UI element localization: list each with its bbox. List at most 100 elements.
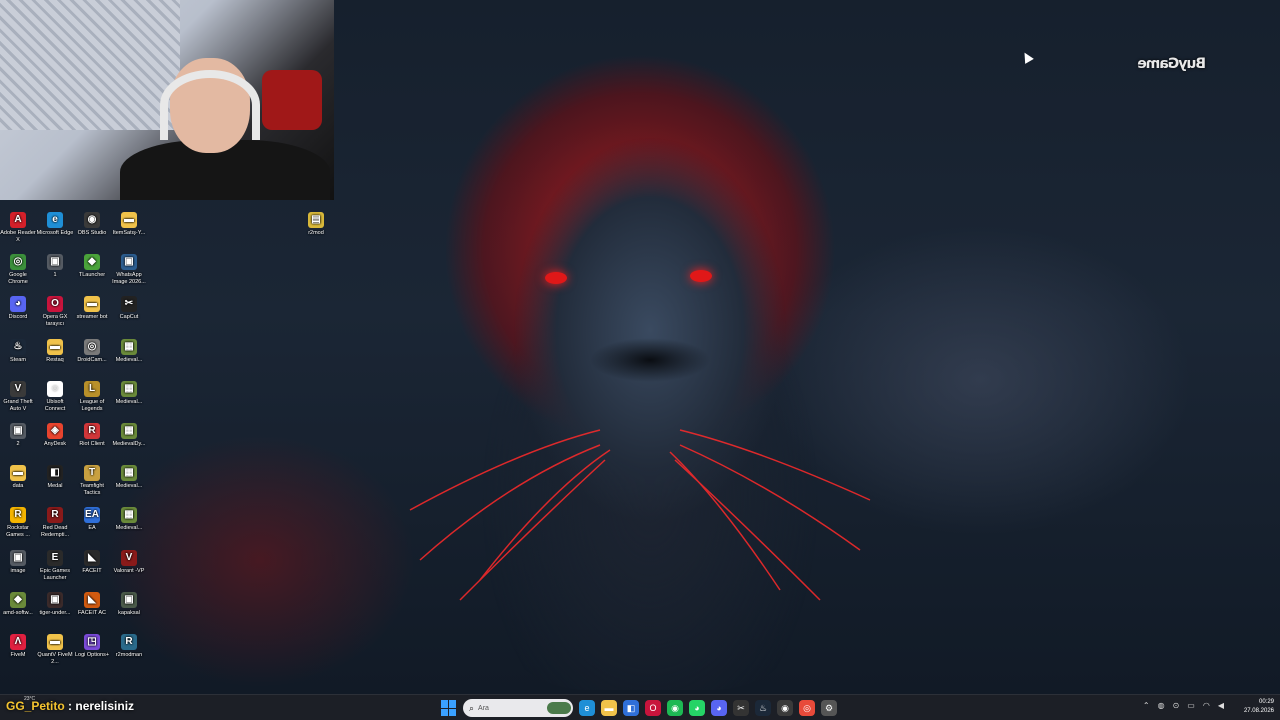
- opera-gx-icon: O: [47, 296, 63, 313]
- edge-icon[interactable]: e: [579, 700, 595, 716]
- steam-icon[interactable]: ♨: [755, 700, 771, 716]
- desktop-icon[interactable]: ▬ streamer bot: [73, 296, 111, 321]
- taskbar-clock[interactable]: 00:29 27.08.2026: [1244, 698, 1274, 716]
- desktop-icon[interactable]: L League of Legends: [73, 380, 111, 413]
- desktop-icon[interactable]: ◎ Google Chrome: [0, 254, 37, 286]
- chevron-up-icon[interactable]: ⌃: [1143, 701, 1150, 710]
- desktop-icon[interactable]: Λ FiveM: [0, 634, 37, 659]
- desktop-icon[interactable]: ◈ AnyDesk: [36, 423, 74, 448]
- desktop-icon[interactable]: ◕ Discord: [0, 296, 37, 321]
- desktop-icon[interactable]: ◎ DroidCam...: [73, 338, 111, 364]
- valorant-icon: V: [121, 549, 137, 566]
- desktop-icon[interactable]: ▣ kapaksal: [110, 591, 148, 617]
- desktop-icon[interactable]: ◣ FACEIT AC: [73, 591, 111, 617]
- rockstar-icon: R: [10, 507, 26, 524]
- desktop-icon[interactable]: T Teamfight Tactics: [73, 465, 111, 497]
- desktop-icon-label: FiveM: [10, 652, 26, 658]
- location-icon[interactable]: ⊙: [1173, 701, 1180, 710]
- desktop-icon[interactable]: ◉ OBS Studio: [73, 212, 111, 237]
- desktop-icon-label: Discord: [8, 314, 28, 321]
- image-file-icon: ▣: [47, 591, 63, 608]
- desktop-icon[interactable]: ◧ Medal: [36, 465, 74, 490]
- desktop-icon[interactable]: ▦ Medieval...: [110, 338, 148, 364]
- steam-icon: ♨: [10, 338, 26, 355]
- riot-icon: R: [84, 423, 100, 439]
- desktop-icon[interactable]: ✂ CapCut: [110, 296, 148, 321]
- capcut-icon[interactable]: ✂: [733, 700, 749, 716]
- desktop-icon[interactable]: ◳ Logi Options+: [73, 634, 111, 659]
- desktop-icon[interactable]: ▣ tiger-under...: [36, 591, 74, 617]
- desktop-icon[interactable]: V Grand Theft Auto V: [0, 380, 37, 413]
- desktop-icon-label: Logi Options+: [74, 652, 110, 658]
- whatsapp-icon[interactable]: ◕: [689, 700, 705, 716]
- discord-icon: ◕: [10, 296, 26, 313]
- desktop-icon[interactable]: ▤ r2mod: [297, 212, 335, 237]
- desktop-icon[interactable]: e Microsoft Edge: [36, 212, 74, 237]
- desktop-icon[interactable]: ▦ Medieval...: [110, 465, 148, 490]
- system-tray: ⌃ ◍ ⊙ ▭ ◠ ◀: [1143, 701, 1224, 710]
- file-explorer-icon[interactable]: ▬: [601, 700, 617, 716]
- obs-icon[interactable]: ◉: [777, 700, 793, 716]
- desktop-icon-label: Riot Client: [79, 441, 105, 447]
- desktop-icon[interactable]: E Epic Games Launcher: [36, 549, 74, 582]
- desktop-icon[interactable]: ▣ image: [0, 549, 37, 575]
- search-icon: ⌕: [469, 702, 475, 713]
- search-highlight-badge: [547, 702, 571, 714]
- chat-separator: :: [64, 699, 76, 713]
- desktop-icon[interactable]: V Valorant -VP: [110, 549, 148, 575]
- volume-icon[interactable]: ◀: [1218, 701, 1224, 710]
- desktop-icon[interactable]: ◣ FACEIT: [73, 549, 111, 575]
- desktop-icon[interactable]: R Red Dead Redempti...: [36, 507, 74, 539]
- desktop-icon[interactable]: ▬ data: [0, 465, 37, 490]
- desktop-icon[interactable]: ◆ TLauncher: [73, 254, 111, 279]
- desktop-icon[interactable]: R Riot Client: [73, 423, 111, 448]
- desktop-icon[interactable]: ♨ Steam: [0, 338, 37, 364]
- start-button[interactable]: [441, 700, 457, 716]
- wifi-icon[interactable]: ◠: [1203, 701, 1210, 710]
- chrome-icon[interactable]: ◎: [799, 700, 815, 716]
- desktop-icon[interactable]: ◆ amd-softw...: [0, 591, 37, 617]
- network-icon[interactable]: ◍: [1158, 701, 1165, 710]
- desktop-icon[interactable]: R Rockstar Games ...: [0, 507, 37, 539]
- store-icon[interactable]: ◧: [623, 700, 639, 716]
- desktop-icon[interactable]: ▬ ItemSatış-Y...: [110, 212, 148, 237]
- desktop-icon-label: Adobe Reader X: [0, 230, 36, 243]
- image-file-icon: ▣: [121, 591, 137, 608]
- desktop-icon-label: DroidCam...: [77, 356, 107, 363]
- desktop-icon[interactable]: ▦ Medieval...: [110, 507, 148, 532]
- taskbar: ⌕ Ara e ▬ ◧ O ◉ ◕ ◕ ✂ ♨ ◉ ◎ ⚙ ⌃ ◍ ⊙ ▭ ◠ ◀ 00:29 27.…: [0, 694, 1280, 720]
- desktop-icon[interactable]: ▬ Restaq: [36, 338, 74, 364]
- desktop-icon-label: Restaq: [46, 356, 64, 363]
- desktop-icon-label: Ubisoft Connect: [44, 398, 66, 412]
- desktop-icon[interactable]: ▣ WhatsApp Image 2026...: [110, 254, 148, 286]
- desktop-icon[interactable]: ▦ Medieval...: [110, 380, 148, 406]
- desktop-icon-label: OBS Studio: [77, 230, 107, 236]
- tiger-eye-right: [690, 270, 712, 282]
- image-file-icon: ▣: [10, 549, 26, 566]
- desktop-icon-label: Valorant -VP: [113, 567, 145, 574]
- folder-icon: ▬: [47, 338, 63, 355]
- opera-gx-icon[interactable]: O: [645, 700, 661, 716]
- desktop-icon[interactable]: EA EA: [73, 507, 111, 532]
- desktop-icon[interactable]: ▣ 2: [0, 423, 37, 448]
- desktop-icon[interactable]: ▬ QuantV FiveM 2...: [36, 634, 74, 666]
- desktop-icon-label: amd-softw...: [3, 609, 33, 616]
- desktop-icon[interactable]: Rr2modman: [110, 634, 148, 659]
- desktop-icon[interactable]: A Adobe Reader X: [0, 212, 37, 244]
- desktop-icon[interactable]: O Opera GX tarayıcı: [36, 296, 74, 328]
- desktop-icon[interactable]: ◌ Ubisoft Connect: [36, 380, 74, 413]
- discord-icon[interactable]: ◕: [711, 700, 727, 716]
- fivem-icon: Λ: [10, 634, 26, 650]
- taskbar-search[interactable]: ⌕ Ara: [463, 699, 573, 717]
- battery-icon[interactable]: ▭: [1187, 701, 1195, 710]
- desktop-icon-label: Medal: [47, 483, 63, 490]
- faceit-ac-icon: ◣: [84, 591, 100, 608]
- zip-file-icon: ▤: [308, 212, 324, 228]
- chat-text: nerelisiniz: [75, 699, 135, 713]
- spotify-icon[interactable]: ◉: [667, 700, 683, 716]
- desktop-icon[interactable]: ▣ 1: [36, 254, 74, 279]
- desktop-icon-label: r2modman: [115, 652, 143, 658]
- desktop-icon[interactable]: ▦ MedievalDy...: [110, 423, 148, 448]
- settings-icon[interactable]: ⚙: [821, 700, 837, 716]
- webcam-headset: [160, 70, 260, 140]
